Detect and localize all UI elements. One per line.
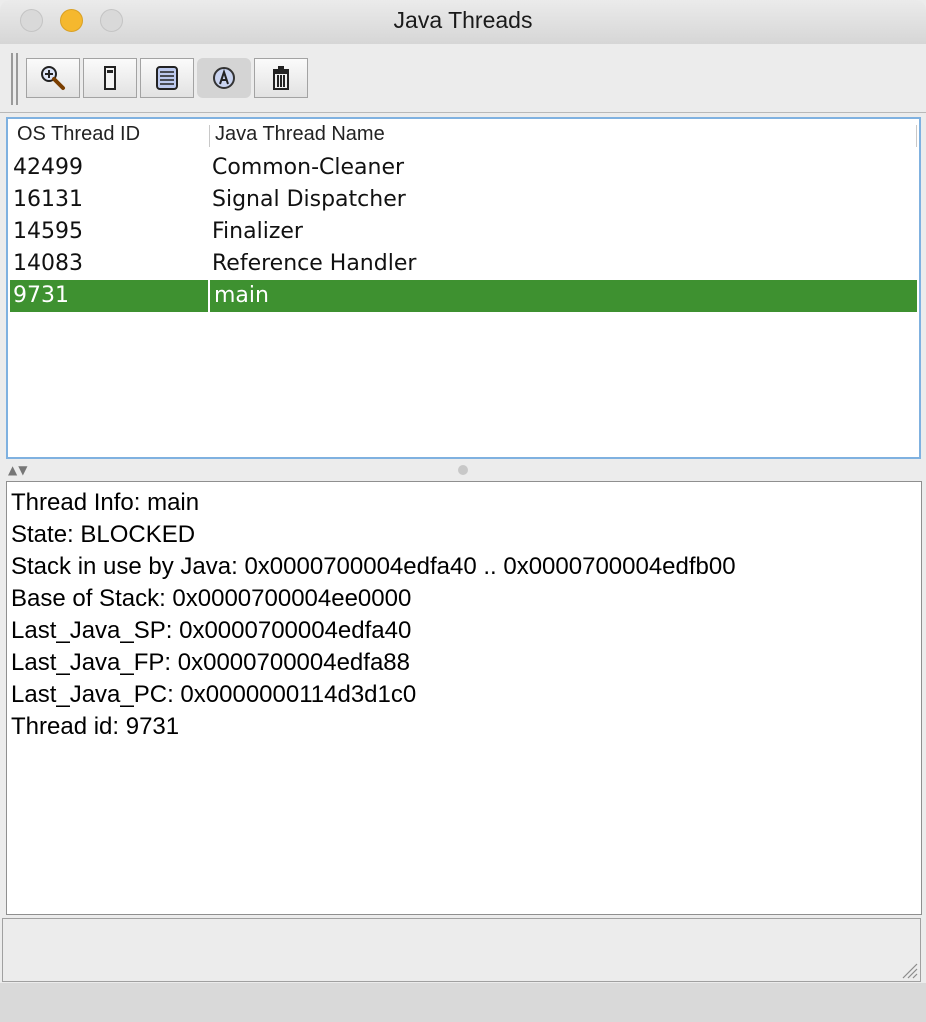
base-of-stack-line: Base of Stack: 0x0000700004ee0000 [11,585,412,612]
threads-table[interactable]: OS Thread ID Java Thread Name 42499 Comm… [6,117,921,459]
split-pane-divider[interactable]: ▲▼ [6,460,921,480]
os-thread-id-cell: 9731 [13,283,69,308]
delete-button[interactable] [254,58,308,98]
window-bottom-strip [0,983,926,1022]
thread-id-line: Thread id: 9731 [11,713,180,740]
title-bar: Java Threads [0,0,926,45]
window-title: Java Threads [393,7,533,33]
stack-icon [156,66,178,90]
inspect-thread-button[interactable] [26,58,80,98]
last-java-pc-line: Last_Java_PC: 0x0000000114d3d1c0 [11,681,417,708]
cell-separator [208,280,210,312]
show-frame-button[interactable] [83,58,137,98]
status-bar [2,918,921,982]
table-row[interactable]: 16131 Signal Dispatcher [8,184,919,216]
lock-info-button[interactable] [197,58,251,98]
thread-state-line: State: BLOCKED [11,521,196,548]
last-java-fp-line: Last_Java_FP: 0x0000700004edfa88 [11,649,410,676]
show-stack-button[interactable] [140,58,194,98]
resize-grip-icon[interactable] [900,961,918,979]
column-separator[interactable] [209,125,210,147]
column-header-os-thread-id[interactable]: OS Thread ID [17,123,140,146]
lock-badge-icon [213,67,235,89]
os-thread-id-cell: 14083 [13,251,83,276]
table-row-selected[interactable]: 9731 main [10,280,917,312]
column-separator [916,125,917,147]
single-frame-icon [104,66,116,90]
os-thread-id-cell: 16131 [13,187,83,212]
thread-name-cell: Signal Dispatcher [212,187,406,212]
stack-in-use-line: Stack in use by Java: 0x0000700004edfa40… [11,553,736,580]
collapse-arrows-icon[interactable]: ▲▼ [8,463,28,477]
thread-name-cell: Finalizer [212,219,303,244]
os-thread-id-cell: 42499 [13,155,83,180]
divider-handle[interactable] [458,465,468,475]
os-thread-id-cell: 14595 [13,219,83,244]
magnifier-icon [41,66,65,90]
table-row[interactable]: 42499 Common-Cleaner [8,152,919,184]
table-row[interactable]: 14083 Reference Handler [8,248,919,280]
table-header: OS Thread ID Java Thread Name [8,119,919,151]
thread-info-panel: Thread Info: main State: BLOCKED Stack i… [6,481,922,915]
thread-name-cell: Common-Cleaner [212,155,405,180]
table-body: 42499 Common-Cleaner 16131 Signal Dispat… [8,152,919,312]
last-java-sp-line: Last_Java_SP: 0x0000700004edfa40 [11,617,412,644]
column-header-java-thread-name[interactable]: Java Thread Name [215,123,385,146]
thread-name-cell: main [214,283,269,308]
thread-name-cell: Reference Handler [212,251,417,276]
thread-info-line: Thread Info: main [11,489,200,516]
table-row[interactable]: 14595 Finalizer [8,216,919,248]
toolbar-grip[interactable] [11,53,18,105]
toolbar [0,44,926,113]
trash-icon [273,66,289,90]
